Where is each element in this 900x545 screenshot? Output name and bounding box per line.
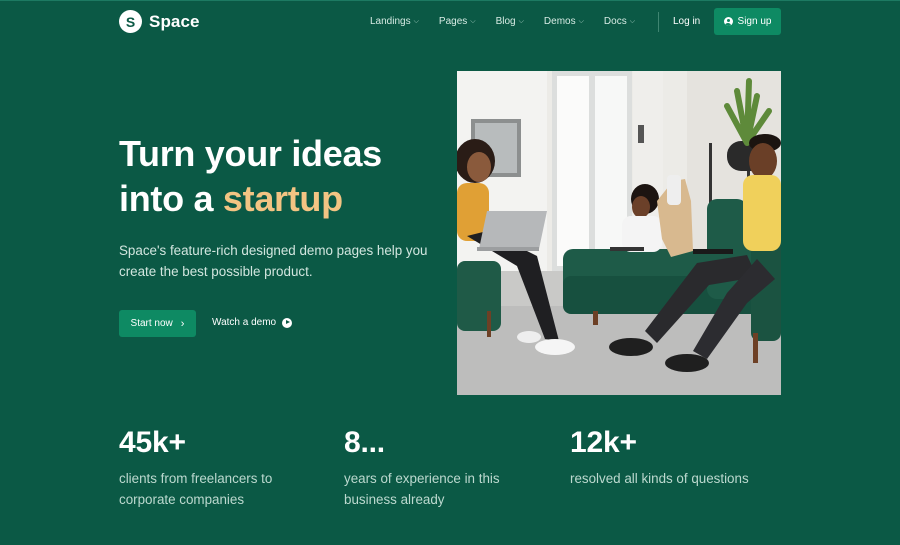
signup-button[interactable]: Sign up [714, 8, 781, 35]
stat-description: clients from freelancers to corporate co… [119, 471, 273, 507]
start-now-label: Start now [130, 318, 173, 329]
menu-item-label: Docs [603, 16, 627, 27]
stat-questions: 12k+ resolved all kinds of questions [570, 425, 770, 489]
nav-divider [658, 12, 659, 32]
start-now-button[interactable]: Start now › [119, 310, 196, 337]
user-icon [723, 17, 733, 26]
menu-item-label: Pages [438, 16, 468, 27]
headline-line-2-prefix: into a [119, 178, 223, 219]
hero-subtext: Space's feature-rich designed demo pages… [119, 243, 428, 279]
logo-link[interactable]: S Space [119, 10, 200, 33]
watch-demo-label: Watch a demo [212, 317, 277, 328]
chevron-down-icon: ⌵ [470, 18, 476, 25]
menu-item-demos[interactable]: Demos ⌵ [544, 16, 584, 27]
stat-clients: 45k+ clients from freelancers to corpora… [119, 425, 319, 510]
stat-description: years of experience in this business alr… [344, 471, 500, 507]
signup-label: Sign up [737, 16, 772, 27]
menu-item-label: Landings [370, 16, 411, 27]
chevron-down-icon: ⌵ [413, 18, 419, 25]
navbar: S Space Landings ⌵ Pages ⌵ Blog ⌵ Demos … [0, 0, 900, 44]
hero-photo [457, 71, 781, 395]
stat-value: 8... [344, 426, 385, 459]
menu-item-landings[interactable]: Landings ⌵ [370, 16, 419, 27]
logo-text: Space [149, 11, 200, 31]
stat-experience: 8... years of experience in this busines… [344, 425, 544, 510]
stat-value: 45k+ [119, 426, 186, 459]
menu-item-label: Blog [495, 16, 516, 27]
headline-line-1: Turn your ideas [119, 133, 382, 174]
chevron-down-icon: ⌵ [578, 18, 584, 25]
hero-headline: Turn your ideas into a startup [119, 131, 382, 221]
chevron-right-icon: › [180, 317, 185, 330]
menu-item-docs[interactable]: Docs ⌵ [604, 16, 635, 27]
chevron-down-icon: ⌵ [629, 18, 636, 25]
stat-description: resolved all kinds of questions [570, 471, 749, 486]
menu-item-label: Demos [543, 16, 576, 27]
menu-item-pages[interactable]: Pages ⌵ [439, 16, 476, 27]
play-icon [282, 317, 293, 328]
headline-accent: startup [222, 178, 343, 219]
stat-value: 12k+ [570, 426, 637, 459]
main-menu: Landings ⌵ Pages ⌵ Blog ⌵ Demos ⌵ Docs ⌵ [370, 16, 655, 27]
logo-icon: S [119, 10, 142, 33]
login-link[interactable]: Log in [673, 16, 700, 27]
chevron-down-icon: ⌵ [518, 18, 524, 25]
watch-demo-link[interactable]: Watch a demo [212, 317, 293, 328]
menu-item-blog[interactable]: Blog ⌵ [496, 16, 524, 27]
